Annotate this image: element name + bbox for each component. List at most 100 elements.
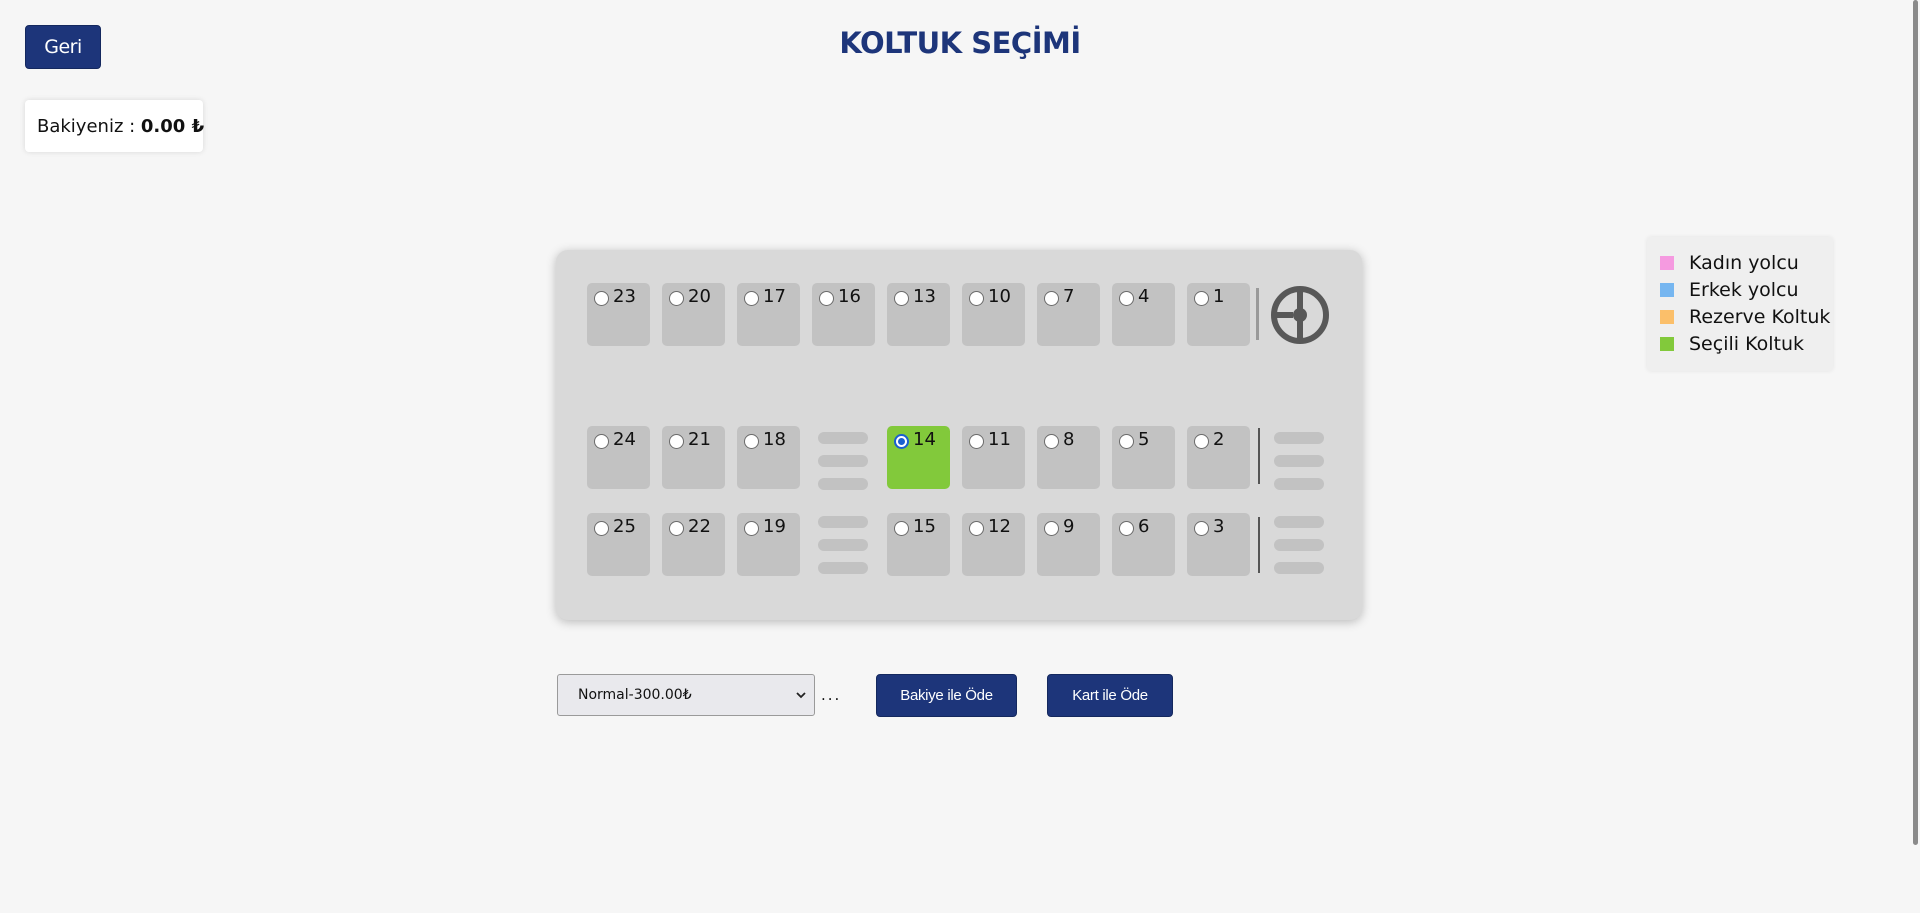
seat-number: 13 — [913, 286, 936, 307]
seat-number: 2 — [1213, 429, 1225, 450]
seat-legend: Kadın yolcu Erkek yolcu Rezerve Koltuk S… — [1647, 237, 1833, 371]
seat[interactable]: 18 — [737, 426, 800, 489]
seat-radio[interactable] — [669, 521, 684, 536]
seat[interactable]: 22 — [662, 513, 725, 576]
seat-number: 10 — [988, 286, 1011, 307]
seat-radio[interactable] — [594, 434, 609, 449]
legend-swatch — [1660, 282, 1674, 297]
seat[interactable]: 6 — [1112, 513, 1175, 576]
aisle-marker — [818, 562, 868, 574]
seat-radio[interactable] — [1044, 291, 1059, 306]
seat[interactable]: 5 — [1112, 426, 1175, 489]
seat-number: 25 — [613, 516, 636, 537]
door-marker — [1274, 455, 1324, 467]
page-scrollbar[interactable] — [1912, 0, 1920, 913]
seat-number: 4 — [1138, 286, 1150, 307]
seat[interactable]: 25 — [587, 513, 650, 576]
seat-number: 5 — [1138, 429, 1150, 450]
seat[interactable]: 8 — [1037, 426, 1100, 489]
seat-number: 12 — [988, 516, 1011, 537]
balance-card: Bakiyeniz : 0.00 ₺ — [25, 100, 205, 152]
steering-wheel-icon — [1271, 286, 1329, 344]
door-marker — [1274, 539, 1324, 551]
legend-label: Erkek yolcu — [1689, 278, 1799, 301]
seat-radio[interactable] — [594, 291, 609, 306]
seat-radio[interactable] — [969, 521, 984, 536]
balance-amount: 0.00 ₺ — [140, 115, 205, 137]
seat-radio-checked[interactable] — [894, 434, 909, 449]
seat-radio[interactable] — [1044, 521, 1059, 536]
seat[interactable]: 4 — [1112, 283, 1175, 346]
seat[interactable]: 21 — [662, 426, 725, 489]
legend-swatch — [1660, 309, 1674, 324]
pay-with-card-button[interactable]: Kart ile Öde — [1047, 674, 1173, 717]
pay-with-balance-button[interactable]: Bakiye ile Öde — [876, 674, 1017, 717]
seat[interactable]: 12 — [962, 513, 1025, 576]
seat[interactable]: 13 — [887, 283, 950, 346]
door-divider — [1258, 428, 1260, 484]
seat-radio[interactable] — [894, 521, 909, 536]
legend-label: Rezerve Koltuk — [1689, 305, 1831, 328]
legend-label: Seçili Koltuk — [1689, 332, 1804, 355]
seat-number: 6 — [1138, 516, 1150, 537]
legend-swatch — [1660, 255, 1674, 270]
seat-radio[interactable] — [1119, 291, 1134, 306]
seat[interactable]: 7 — [1037, 283, 1100, 346]
scrollbar-thumb[interactable] — [1913, 0, 1918, 845]
legend-item-selected: Seçili Koltuk — [1660, 330, 1833, 357]
seat-number: 17 — [763, 286, 786, 307]
seat[interactable]: 23 — [587, 283, 650, 346]
seat-radio[interactable] — [669, 291, 684, 306]
seat-radio[interactable] — [1194, 291, 1209, 306]
seat-number: 11 — [988, 429, 1011, 450]
seat[interactable]: 17 — [737, 283, 800, 346]
seat[interactable]: 2 — [1187, 426, 1250, 489]
seat-number: 18 — [763, 429, 786, 450]
seat-number: 14 — [913, 429, 936, 450]
ticket-type-value: Normal-300.00₺ — [578, 687, 692, 703]
seat[interactable]: 24 — [587, 426, 650, 489]
seat-radio[interactable] — [969, 291, 984, 306]
seat-radio[interactable] — [744, 521, 759, 536]
seat-radio[interactable] — [1119, 521, 1134, 536]
seat[interactable]: 16 — [812, 283, 875, 346]
seat-radio[interactable] — [1194, 521, 1209, 536]
seat-radio[interactable] — [744, 291, 759, 306]
seat-selection-page: Geri KOLTUK SEÇİMİ Bakiyeniz : 0.00 ₺ 23… — [0, 0, 1920, 913]
seat-selected[interactable]: 14 — [887, 426, 950, 489]
balance-label: Bakiyeniz : — [37, 115, 141, 137]
seat-radio[interactable] — [1194, 434, 1209, 449]
door-marker — [1274, 562, 1324, 574]
seat[interactable]: 11 — [962, 426, 1025, 489]
seat-number: 9 — [1063, 516, 1075, 537]
seat-radio[interactable] — [594, 521, 609, 536]
seat-radio[interactable] — [1119, 434, 1134, 449]
seat[interactable]: 20 — [662, 283, 725, 346]
seat-radio[interactable] — [744, 434, 759, 449]
seat-number: 22 — [688, 516, 711, 537]
door-marker — [1274, 478, 1324, 490]
seat[interactable]: 15 — [887, 513, 950, 576]
door-marker — [1274, 432, 1324, 444]
seat-number: 24 — [613, 429, 636, 450]
seat[interactable]: 19 — [737, 513, 800, 576]
ticket-type-select[interactable]: Normal-300.00₺ — [557, 674, 815, 716]
chevron-down-icon — [796, 692, 806, 699]
seat-radio[interactable] — [894, 291, 909, 306]
seat[interactable]: 10 — [962, 283, 1025, 346]
seat-number: 1 — [1213, 286, 1225, 307]
seat-radio[interactable] — [1044, 434, 1059, 449]
seat-radio[interactable] — [969, 434, 984, 449]
legend-item-female: Kadın yolcu — [1660, 249, 1833, 276]
aisle-marker — [818, 516, 868, 528]
seat[interactable]: 3 — [1187, 513, 1250, 576]
seat-radio[interactable] — [669, 434, 684, 449]
door-divider — [1258, 517, 1260, 573]
seat[interactable]: 9 — [1037, 513, 1100, 576]
dots-text: ... — [821, 686, 842, 704]
legend-label: Kadın yolcu — [1689, 251, 1799, 274]
seat-radio[interactable] — [819, 291, 834, 306]
seat-number: 15 — [913, 516, 936, 537]
seat-number: 23 — [613, 286, 636, 307]
seat[interactable]: 1 — [1187, 283, 1250, 346]
